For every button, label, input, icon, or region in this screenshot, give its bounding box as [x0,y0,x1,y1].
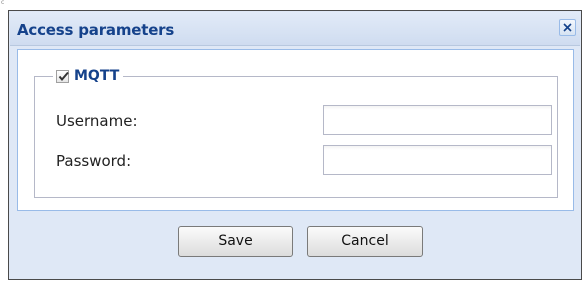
mqtt-legend: MQTT [53,67,124,85]
close-button[interactable] [559,19,576,36]
username-label: Username: [56,112,138,130]
mqtt-legend-label: MQTT [74,68,120,84]
dialog-titlebar[interactable]: Access parameters [10,12,580,46]
save-button[interactable]: Save [178,226,293,257]
corner-mark: c [1,0,5,6]
checkmark-icon [58,71,69,81]
password-input[interactable] [323,145,552,175]
dialog-footer [10,211,580,278]
cancel-button[interactable]: Cancel [307,226,423,257]
dialog-title: Access parameters [17,21,175,39]
dialog-body: MQTT Username: Password: [17,49,574,211]
close-icon [563,23,572,32]
username-input[interactable] [323,105,552,135]
mqtt-checkbox[interactable] [56,69,69,83]
password-label: Password: [56,152,132,170]
mqtt-fieldset [34,76,558,198]
access-parameters-dialog: Access parameters MQTT Username: Passwor… [8,10,582,280]
